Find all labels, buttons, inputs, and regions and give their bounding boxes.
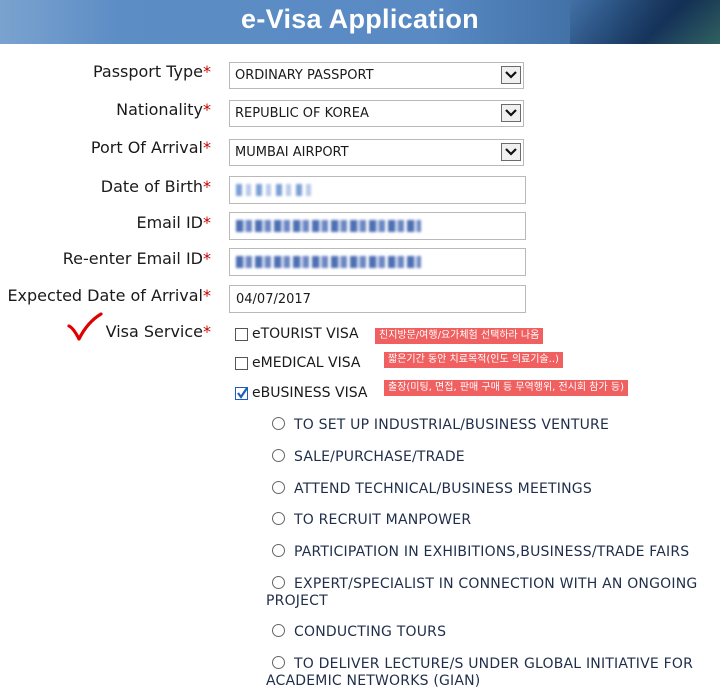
business-purpose-label: CONDUCTING TOURS [294, 624, 447, 640]
chevron-down-icon[interactable] [501, 143, 521, 161]
arrival-date-label: Expected Date of Arrival* [7, 286, 211, 305]
email-input[interactable] [229, 212, 526, 240]
port-of-arrival-select[interactable]: MUMBAI AIRPORT [229, 139, 524, 166]
required-asterisk: * [203, 138, 211, 157]
reenter-email-label: Re-enter Email ID* [62, 249, 211, 268]
required-asterisk: * [203, 213, 211, 232]
chevron-down-icon[interactable] [501, 66, 521, 84]
ebusiness-visa-checkbox[interactable] [235, 386, 248, 400]
red-checkmark-icon [67, 312, 103, 341]
radio-button[interactable] [272, 656, 285, 669]
page-title: e-Visa Application [241, 4, 479, 34]
radio-button[interactable] [272, 481, 285, 494]
redacted-value [236, 184, 316, 196]
etourist-annotation: 친지방문/여행/요가체험 선택하라 나옴 [375, 328, 544, 344]
redacted-value [236, 256, 421, 268]
passport-type-value: ORDINARY PASSPORT [235, 68, 374, 83]
business-purpose-label: TO DELIVER LECTURE/S UNDER GLOBAL INITIA… [294, 656, 694, 672]
emedical-annotation: 짧은기간 동안 치료목적(인도 의료기술..) [384, 352, 563, 368]
radio-button[interactable] [272, 417, 285, 430]
business-purpose-label: TO RECRUIT MANPOWER [294, 512, 472, 528]
business-purpose-label: TO SET UP INDUSTRIAL/BUSINESS VENTURE [294, 417, 609, 433]
nationality-label: Nationality* [116, 100, 211, 119]
etourist-visa-option[interactable]: eTOURIST VISA [235, 326, 359, 342]
passport-type-select[interactable]: ORDINARY PASSPORT [229, 62, 524, 89]
required-asterisk: * [203, 286, 211, 305]
required-asterisk: * [203, 249, 211, 268]
radio-button[interactable] [272, 544, 285, 557]
visa-service-label: Visa Service* [105, 322, 211, 341]
required-asterisk: * [203, 62, 211, 81]
etourist-visa-checkbox[interactable] [235, 327, 248, 341]
ebusiness-visa-label: eBUSINESS VISA [252, 385, 368, 401]
email-label: Email ID* [136, 213, 211, 232]
radio-button[interactable] [272, 624, 285, 637]
nationality-select[interactable]: REPUBLIC OF KOREA [229, 100, 524, 127]
emedical-visa-checkbox[interactable] [235, 356, 248, 370]
radio-button[interactable] [272, 449, 285, 462]
date-of-birth-label: Date of Birth* [100, 177, 211, 196]
radio-button[interactable] [272, 576, 285, 589]
emedical-visa-label: eMEDICAL VISA [252, 355, 361, 371]
checkmark-icon [237, 386, 248, 399]
etourist-visa-label: eTOURIST VISA [252, 326, 359, 342]
business-purpose-label-cont: PROJECT [266, 593, 328, 609]
business-purpose-label-cont: ACADEMIC NETWORKS (GIAN) [266, 673, 481, 689]
required-asterisk: * [203, 177, 211, 196]
reenter-email-input[interactable] [229, 248, 526, 276]
business-purpose-label: PARTICIPATION IN EXHIBITIONS,BUSINESS/TR… [294, 544, 690, 560]
chevron-down-icon[interactable] [501, 104, 521, 122]
page-header: e-Visa Application [0, 0, 720, 44]
business-purpose-label: ATTEND TECHNICAL/BUSINESS MEETINGS [294, 481, 592, 497]
passport-type-label: Passport Type* [92, 62, 211, 81]
redacted-value [236, 220, 421, 232]
port-of-arrival-label: Port Of Arrival* [90, 138, 211, 157]
required-asterisk: * [203, 322, 211, 341]
ebusiness-annotation: 출장(미팅, 면접, 판매 구매 등 무역행위, 전시회 참가 등) [384, 380, 628, 396]
date-of-birth-input[interactable] [229, 176, 526, 204]
nationality-value: REPUBLIC OF KOREA [235, 106, 369, 121]
radio-button[interactable] [272, 512, 285, 525]
arrival-date-value: 04/07/2017 [236, 292, 311, 307]
arrival-date-input[interactable]: 04/07/2017 [229, 285, 526, 313]
business-purpose-label: SALE/PURCHASE/TRADE [294, 449, 465, 465]
business-purpose-label: EXPERT/SPECIALIST IN CONNECTION WITH AN … [294, 576, 698, 592]
emedical-visa-option[interactable]: eMEDICAL VISA [235, 355, 360, 371]
port-of-arrival-value: MUMBAI AIRPORT [235, 145, 349, 160]
required-asterisk: * [203, 100, 211, 119]
ebusiness-visa-option[interactable]: eBUSINESS VISA [235, 385, 367, 401]
